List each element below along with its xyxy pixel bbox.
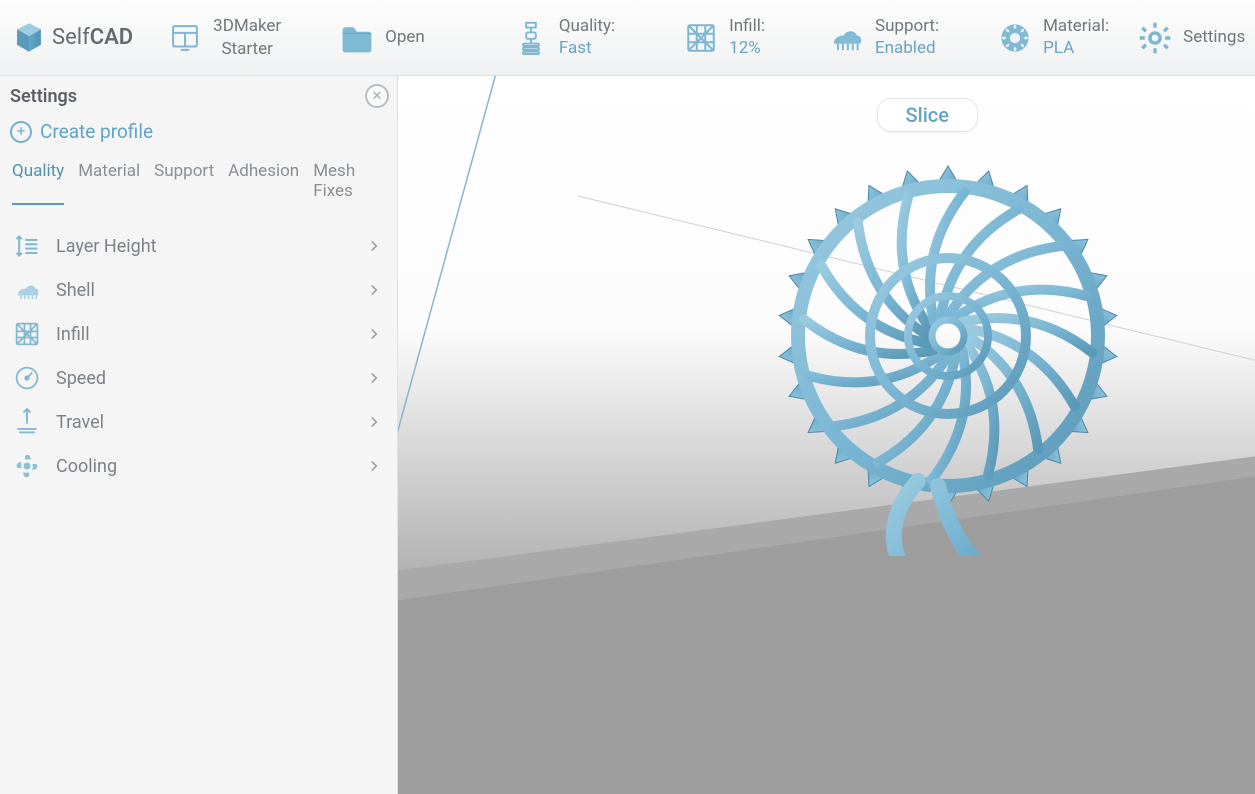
option-shell[interactable]: Shell: [0, 268, 397, 312]
model-preview[interactable]: [738, 136, 1158, 556]
option-label: Shell: [56, 280, 95, 301]
option-cooling[interactable]: Cooling: [0, 444, 397, 488]
chevron-right-icon: [370, 412, 379, 433]
quality-value: Fast: [559, 38, 615, 59]
cooling-icon: [14, 453, 40, 479]
support-value: Enabled: [875, 38, 939, 59]
tab-material[interactable]: Material: [78, 161, 140, 205]
chevron-right-icon: [370, 280, 379, 301]
slice-button[interactable]: Slice: [877, 98, 978, 132]
option-speed[interactable]: Speed: [0, 356, 397, 400]
printer-icon: [167, 20, 203, 56]
support-label: Support:: [875, 16, 939, 37]
tab-quality[interactable]: Quality: [12, 161, 64, 205]
infill-icon: [683, 20, 719, 56]
material-label: Material:: [1043, 16, 1109, 37]
option-travel[interactable]: Travel: [0, 400, 397, 444]
create-profile-label: Create profile: [40, 120, 153, 143]
tab-support[interactable]: Support: [154, 161, 214, 205]
open-label: Open: [385, 27, 425, 47]
shell-icon: [14, 277, 40, 303]
settings-button[interactable]: Settings: [1123, 20, 1255, 56]
speed-icon: [14, 365, 40, 391]
printer-name-line1: 3DMaker: [213, 15, 281, 38]
infill-label: Infill:: [729, 16, 765, 37]
close-panel-button[interactable]: ✕: [365, 84, 389, 108]
travel-icon: [14, 409, 40, 435]
chevron-right-icon: [370, 324, 379, 345]
support-icon: [829, 20, 865, 56]
option-label: Infill: [56, 324, 90, 345]
option-label: Layer Height: [56, 236, 157, 257]
option-label: Speed: [56, 368, 106, 389]
chevron-right-icon: [370, 368, 379, 389]
top-toolbar: SelfCAD 3DMaker Starter Open: [0, 0, 1255, 76]
quality-label: Quality:: [559, 16, 615, 37]
chevron-right-icon: [370, 456, 379, 477]
printer-name-line2: Starter: [213, 38, 281, 61]
tab-adhesion[interactable]: Adhesion: [228, 161, 299, 205]
quality-indicator[interactable]: Quality: Fast: [499, 16, 629, 59]
settings-tabs: Quality Material Support Adhesion Mesh F…: [0, 161, 397, 214]
gear-icon: [1137, 20, 1173, 56]
folder-icon: [339, 20, 375, 56]
app-logo[interactable]: SelfCAD: [6, 21, 153, 55]
material-value: PLA: [1043, 38, 1109, 59]
plus-icon: +: [10, 121, 32, 143]
chevron-right-icon: [370, 236, 379, 257]
settings-options: Layer Height Shell Inf: [0, 214, 397, 488]
tab-meshfixes[interactable]: Mesh Fixes: [313, 161, 385, 205]
infill-value: 12%: [729, 38, 765, 59]
option-label: Travel: [56, 412, 104, 433]
quality-icon: [513, 20, 549, 56]
slice-label: Slice: [906, 103, 949, 127]
close-icon: ✕: [372, 89, 383, 104]
create-profile-button[interactable]: + Create profile: [0, 114, 397, 161]
infill-icon-sm: [14, 321, 40, 347]
app-name: SelfCAD: [52, 25, 133, 50]
option-layer-height[interactable]: Layer Height: [0, 224, 397, 268]
layer-height-icon: [14, 233, 40, 259]
printer-selector[interactable]: 3DMaker Starter: [153, 15, 295, 61]
open-button[interactable]: Open: [325, 20, 439, 56]
option-label: Cooling: [56, 456, 117, 477]
panel-title: Settings: [10, 86, 77, 107]
3d-viewport[interactable]: Slice: [398, 76, 1255, 794]
settings-panel: Settings ✕ + Create profile Quality Mate…: [0, 76, 398, 794]
material-icon: [997, 20, 1033, 56]
option-infill[interactable]: Infill: [0, 312, 397, 356]
settings-label: Settings: [1183, 27, 1245, 47]
material-indicator[interactable]: Material: PLA: [983, 16, 1123, 59]
support-indicator[interactable]: Support: Enabled: [815, 16, 953, 59]
selfcad-logo-icon: [12, 21, 46, 55]
infill-indicator[interactable]: Infill: 12%: [669, 16, 779, 59]
